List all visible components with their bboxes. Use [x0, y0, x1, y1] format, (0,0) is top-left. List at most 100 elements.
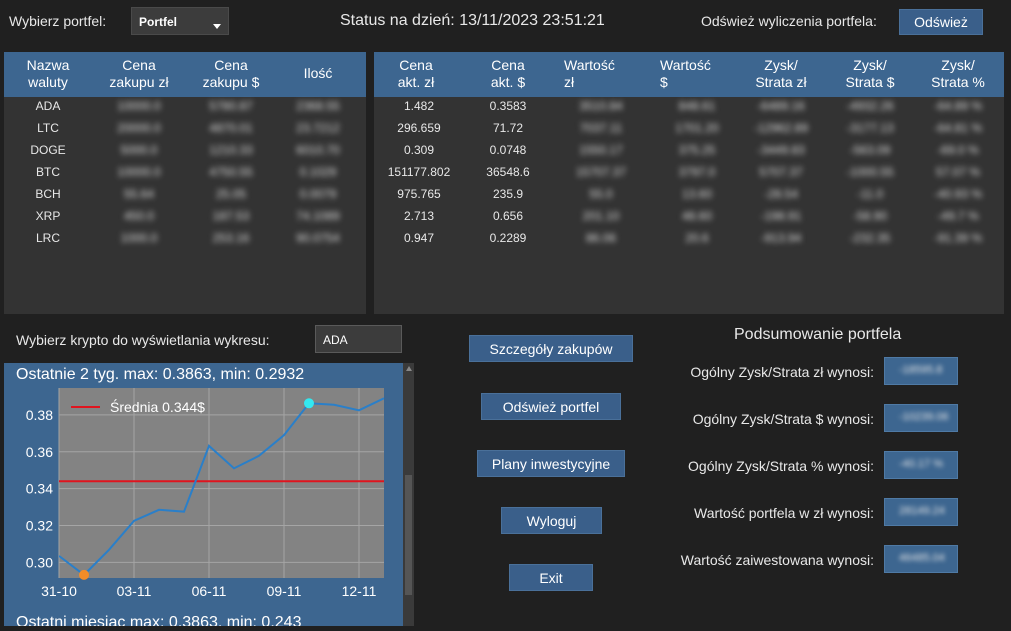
purchase-details-button[interactable]: Szczegóły zakupów	[469, 335, 633, 362]
table-cell: 187.53	[212, 209, 250, 223]
table-cell: 1550.17	[579, 143, 623, 157]
chart-crypto-input[interactable]: ADA	[315, 325, 402, 353]
table-cell: 6010.70	[296, 143, 340, 157]
y-tick-label: 0.34	[26, 481, 53, 497]
summary-value-field: 46485.04	[884, 545, 958, 573]
holdings-table: Nazwa waluty Cena zakupu zł Cena zakupu $ I…	[4, 52, 366, 314]
table-row: BTC 10000.0 4750.55 0.1029	[4, 161, 366, 183]
scroll-up-icon[interactable]	[406, 366, 412, 371]
logout-button[interactable]: Wyloguj	[501, 507, 602, 534]
table-cell: 1701.20	[675, 121, 719, 135]
table-cell: 55.64	[123, 187, 155, 201]
header-buy-price-pln: Cena zakupu zł	[109, 57, 169, 90]
summary-title: Podsumowanie portfela	[734, 326, 902, 343]
header-value-usd: Wartość $	[660, 57, 711, 90]
table-cell: -28.54	[763, 187, 799, 201]
portfolio-dropdown-value: Portfel	[139, 15, 178, 29]
table-row: 151177.802 36548.6 15707.37 3797.0 5707.37 -1…	[374, 161, 1004, 183]
summary-value: 46485.04	[899, 552, 945, 564]
table-cell: -64.81 %	[933, 121, 983, 135]
header-current-price-pln: Cena akt. zł	[397, 57, 435, 90]
currency-name-cell: BCH	[35, 187, 61, 201]
table-cell: 450.0	[123, 209, 155, 223]
table-row: 975.765 235.9 55.0 13.60 -28.54 -11.0 -40.93 %	[374, 183, 1004, 205]
status-text: Status na dzień: 13/11/2023 23:51:21	[340, 12, 605, 29]
header-current-price-usd: Cena akt. $	[490, 57, 526, 90]
table-cell: 0.0079	[299, 187, 337, 201]
chart-scrollbar-thumb[interactable]	[405, 475, 412, 595]
table-cell: -58.90	[852, 209, 888, 223]
table-cell: 0.309	[403, 143, 435, 157]
table-cell: 151177.802	[387, 165, 451, 179]
table-cell: 296.659	[397, 121, 441, 135]
table-row: 1.482 0.3583 3510.84 848.61 -6489.16 -4932.26…	[374, 95, 1004, 117]
summary-label: Ogólny Zysk/Strata $ wynosi:	[692, 411, 874, 427]
table-row: 296.659 71.72 7037.11 1701.20 -12962.89 -3177…	[374, 117, 1004, 139]
table-cell: 3510.84	[579, 99, 623, 113]
summary-value-field: -40.17 %	[884, 451, 958, 479]
table-cell: 0.656	[492, 209, 524, 223]
currency-name-cell: XRP	[35, 209, 61, 223]
x-tick-label: 09-11	[267, 583, 302, 599]
table-cell: 3797.0	[678, 165, 716, 179]
summary-value: -18595.8	[899, 364, 943, 376]
plot-area	[59, 388, 384, 578]
x-tick-label: 12-11	[342, 583, 377, 599]
header-value-pln: Wartość zł	[564, 57, 615, 90]
summary-label: Ogólny Zysk/Strata % wynosi:	[688, 458, 874, 474]
chart-scrollbar[interactable]	[403, 363, 414, 626]
summary-value-field: -18595.8	[884, 357, 958, 385]
chart-crypto-label: Wybierz krypto do wyświetlania wykresu:	[16, 332, 270, 348]
table-cell: 25.05	[215, 187, 247, 201]
table-cell: 5780.87	[209, 99, 253, 113]
table-cell: 1.482	[403, 99, 435, 113]
table-cell: 10000.0	[117, 165, 161, 179]
table-cell: -563.09	[849, 143, 891, 157]
portfolio-select-label: Wybierz portfel:	[9, 13, 107, 29]
table-cell: -49.7 %	[937, 209, 979, 223]
refresh-portfolio-button[interactable]: Odśwież portfel	[481, 393, 621, 420]
table-cell: -913.94	[760, 231, 802, 245]
table-cell: -11.0	[856, 187, 884, 201]
refresh-calculations-button[interactable]: Odśwież	[899, 9, 983, 35]
holdings-table-header: Nazwa waluty Cena zakupu zł Cena zakupu $ I…	[4, 52, 366, 97]
table-cell: 23.7212	[296, 121, 340, 135]
table-row: BCH 55.64 25.05 0.0079	[4, 183, 366, 205]
investment-plans-button[interactable]: Plany inwestycyjne	[477, 450, 625, 477]
table-cell: 36548.6	[486, 165, 530, 179]
chevron-down-icon	[213, 24, 221, 29]
summary-value-field: 28149.24	[884, 498, 958, 526]
table-row: ADA 10000.0 5780.87 2368.55	[4, 95, 366, 117]
table-cell: -40.93 %	[933, 187, 983, 201]
summary-value: -10239.06	[899, 411, 949, 423]
exit-button[interactable]: Exit	[509, 564, 593, 591]
table-cell: 0.1029	[299, 165, 337, 179]
table-cell: -3449.83	[757, 143, 805, 157]
table-cell: 2368.55	[296, 99, 340, 113]
summary-label: Ogólny Zysk/Strata zł wynosi:	[690, 364, 874, 380]
table-cell: -91.39 %	[933, 231, 983, 245]
header-profit-pln: Zysk/Strata zł	[755, 57, 807, 90]
summary-value-field: -10239.06	[884, 404, 958, 432]
summary-label: Wartość portfela w zł wynosi:	[694, 505, 874, 521]
table-cell: 5000.0	[120, 143, 158, 157]
table-cell: -6489.16	[757, 99, 805, 113]
table-row: XRP 450.0 187.53 74.1089	[4, 205, 366, 227]
table-cell: -198.91	[760, 209, 802, 223]
chart-next-title: Ostatni miesiąc max: 0.3863, min: 0.243	[16, 614, 302, 626]
table-cell: 235.9	[492, 187, 524, 201]
table-cell: 7037.11	[579, 121, 623, 135]
prices-table: Cena akt. zł Cena akt. $ Wartość zł Wartość…	[374, 52, 1004, 314]
table-row: 0.947 0.2289 86.06 20.6 -913.94 -232.35 -91.39…	[374, 227, 1004, 249]
chart-panel: Ostatnie 2 tyg. max: 0.3863, min: 0.2932…	[4, 363, 403, 626]
table-cell: 0.3583	[489, 99, 527, 113]
header-quantity: Ilość	[303, 65, 333, 81]
table-cell: 13.60	[681, 187, 713, 201]
portfolio-dropdown[interactable]: Portfel	[131, 7, 229, 35]
chart-crypto-value: ADA	[323, 333, 348, 347]
table-cell: -3177.13	[846, 121, 894, 135]
currency-name-cell: LTC	[37, 121, 59, 135]
table-row: 2.713 0.656 201.10 48.60 -198.91 -58.90 -49.7 …	[374, 205, 1004, 227]
table-cell: 848.61	[678, 99, 716, 113]
max-point-marker	[304, 398, 314, 409]
